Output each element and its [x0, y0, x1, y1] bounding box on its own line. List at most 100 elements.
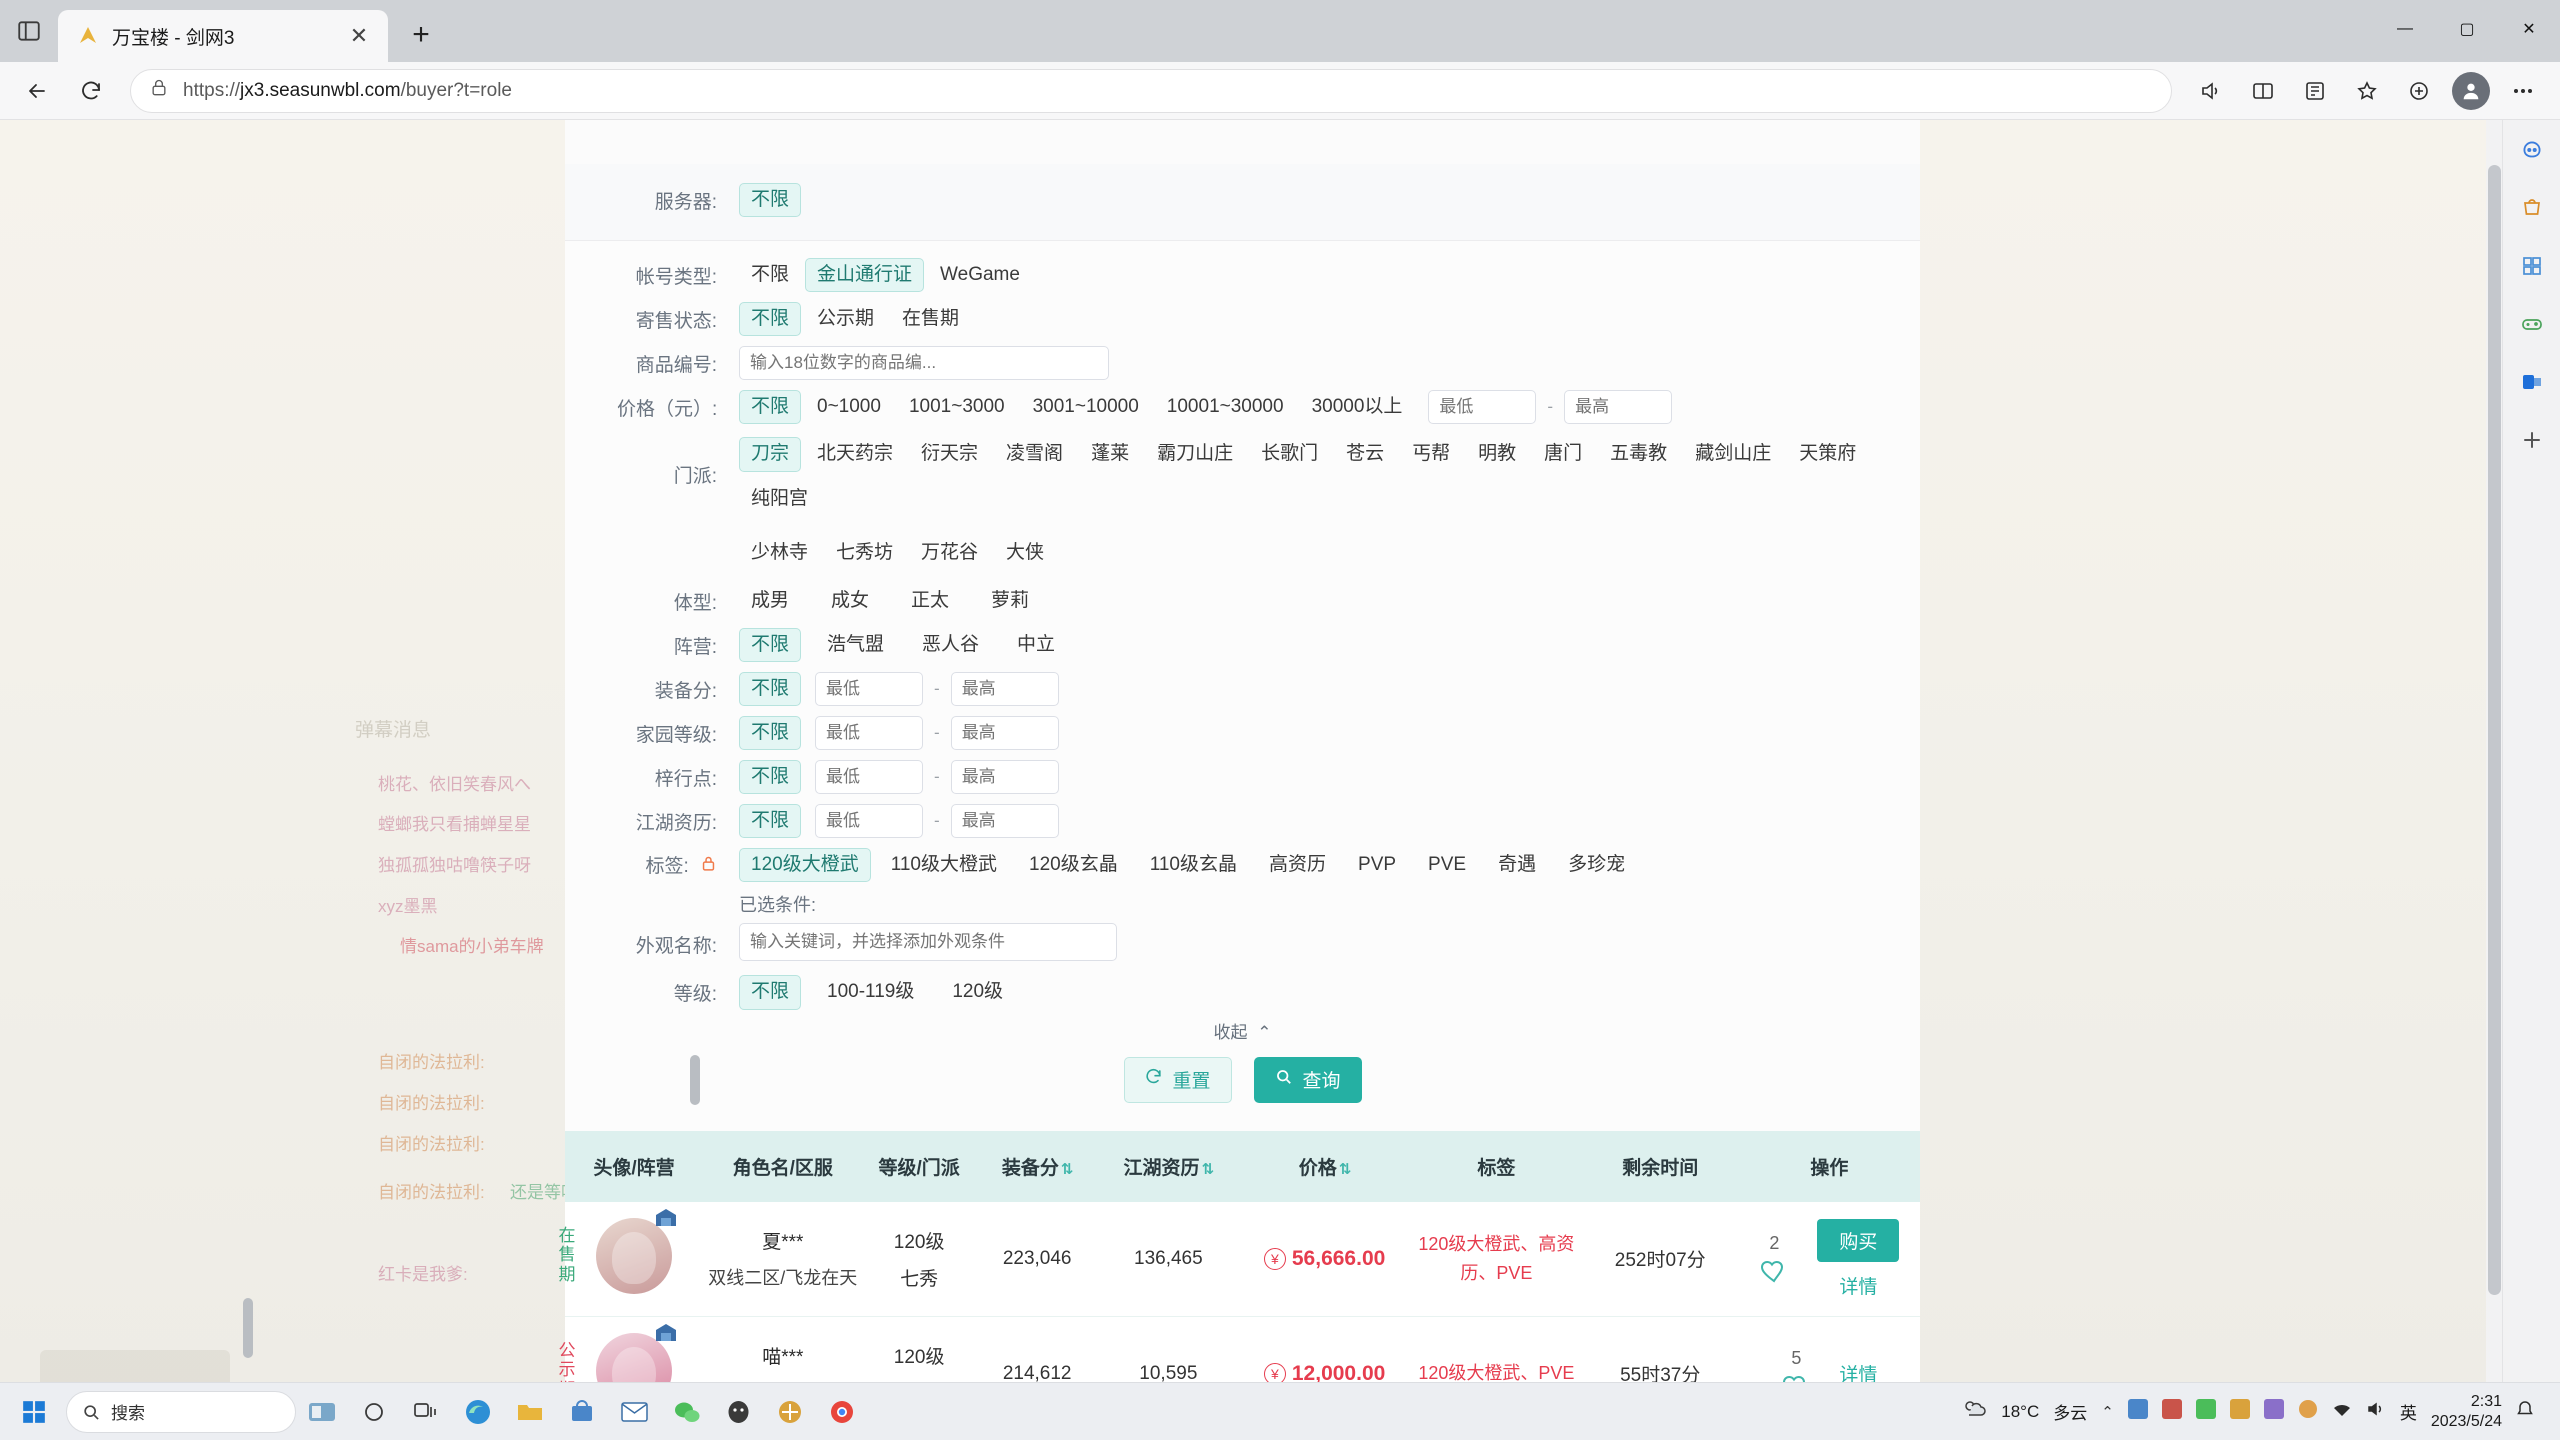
tray-app-icon-3[interactable] — [2195, 1399, 2216, 1424]
page-scrollbar-thumb[interactable] — [2488, 165, 2501, 1295]
filter-option-level-1[interactable]: 100-119级 — [815, 975, 926, 1010]
new-tab-button[interactable]: + — [398, 12, 444, 58]
filter-option-gear-any[interactable]: 不限 — [739, 671, 802, 707]
collections-icon[interactable] — [2290, 66, 2340, 116]
tray-app-icon-6[interactable] — [2298, 1399, 2318, 1424]
experience-max-input[interactable] — [950, 804, 1059, 839]
filter-option-account-any[interactable]: 不限 — [739, 258, 801, 293]
reload-icon[interactable] — [66, 66, 116, 116]
filter-option-sect-6[interactable]: 长歌门 — [1249, 437, 1330, 472]
filter-option-level-0[interactable]: 不限 — [739, 975, 802, 1010]
appearance-keyword-input[interactable] — [739, 923, 1117, 962]
filter-option-price-30000plus[interactable]: 30000以上 — [1300, 390, 1415, 425]
profile-avatar[interactable] — [2452, 71, 2490, 110]
table-row[interactable]: 在售期 夏*** 双线二区/飞龙在天 120级 七秀 223,046 136,4… — [559, 1201, 1920, 1317]
filter-option-sect-9[interactable]: 明教 — [1466, 437, 1528, 472]
filter-option-camp-0[interactable]: 不限 — [739, 627, 802, 663]
file-explorer-icon[interactable] — [504, 1386, 556, 1438]
filter-option-consign-onsale[interactable]: 在售期 — [890, 302, 971, 337]
filter-option-sect-3[interactable]: 凌雪阁 — [994, 437, 1075, 472]
cortana-icon[interactable] — [348, 1386, 400, 1438]
filter-option-tag-6[interactable]: PVE — [1416, 848, 1478, 883]
filter-option-body-0[interactable]: 成男 — [739, 584, 801, 619]
filter-option-account-wegame[interactable]: WeGame — [928, 258, 1032, 293]
tray-app-icon-5[interactable] — [2263, 1399, 2284, 1424]
favorites-icon[interactable] — [2342, 66, 2392, 116]
maximize-button[interactable]: ▢ — [2436, 0, 2498, 58]
item-number-input[interactable] — [739, 346, 1109, 380]
split-screen-icon[interactable] — [2238, 66, 2288, 116]
col-experience[interactable]: 江湖资历 ⇅ — [1098, 1130, 1239, 1202]
filter-option-sect-16[interactable]: 七秀坊 — [824, 536, 905, 571]
filter-option-account-jinshan[interactable]: 金山通行证 — [805, 257, 925, 293]
buy-button[interactable]: 购买 — [1817, 1218, 1900, 1262]
copilot-icon[interactable] — [2512, 130, 2552, 170]
heart-icon[interactable] — [1759, 1258, 1789, 1284]
price-min-input[interactable] — [1428, 390, 1537, 424]
browser-tab[interactable]: 万宝楼 - 剑网3 ✕ — [58, 10, 388, 62]
inner-scrollbar-thumb-2[interactable] — [243, 1298, 253, 1358]
filter-option-camp-1[interactable]: 浩气盟 — [815, 628, 896, 663]
tray-app-icon-4[interactable] — [2229, 1399, 2250, 1424]
taskbar-search[interactable]: 搜索 — [66, 1390, 296, 1433]
filter-option-sect-11[interactable]: 五毒教 — [1598, 437, 1679, 472]
browser-essentials-icon[interactable] — [2394, 66, 2444, 116]
minimize-button[interactable]: — — [2374, 0, 2436, 58]
address-bar[interactable]: https://jx3.seasunwbl.com/buyer?t=role — [130, 68, 2172, 113]
qq-icon[interactable] — [712, 1386, 764, 1438]
wechat-icon[interactable] — [660, 1386, 712, 1438]
sort-icon-price[interactable]: ⇅ — [1339, 1161, 1352, 1178]
mail-icon[interactable] — [608, 1386, 660, 1438]
zixing-min-input[interactable] — [815, 760, 924, 795]
start-button-icon[interactable] — [8, 1386, 60, 1438]
home-level-min-input[interactable] — [815, 716, 924, 751]
filter-option-sect-4[interactable]: 蓬莱 — [1079, 437, 1141, 472]
filter-option-sect-14[interactable]: 纯阳宫 — [739, 482, 820, 517]
filter-option-consign-public[interactable]: 公示期 — [805, 302, 886, 337]
weather-temp[interactable]: 18°C — [2001, 1402, 2039, 1422]
zixing-max-input[interactable] — [950, 760, 1059, 795]
filter-option-body-1[interactable]: 成女 — [819, 584, 881, 619]
collapse-filters-button[interactable]: 收起 ⌃ — [565, 1010, 1920, 1045]
weather-desc[interactable]: 多云 — [2053, 1399, 2087, 1424]
filter-option-body-3[interactable]: 萝莉 — [979, 584, 1041, 619]
tab-close-icon[interactable]: ✕ — [344, 21, 374, 51]
filter-option-sect-7[interactable]: 苍云 — [1334, 437, 1396, 472]
task-view-icon[interactable] — [400, 1386, 452, 1438]
filter-option-tag-0[interactable]: 120级大橙武 — [739, 847, 871, 883]
price-max-input[interactable] — [1564, 390, 1673, 424]
tools-icon[interactable] — [2512, 246, 2552, 286]
filter-option-price-10001-30000[interactable]: 10001~30000 — [1155, 390, 1296, 425]
filter-option-price-1001-3000[interactable]: 1001~3000 — [897, 390, 1017, 425]
col-gear-score[interactable]: 装备分 ⇅ — [975, 1130, 1099, 1202]
filter-option-camp-3[interactable]: 中立 — [1005, 628, 1067, 663]
gear-score-max-input[interactable] — [950, 672, 1059, 707]
settings-more-icon[interactable] — [2498, 66, 2548, 116]
filter-option-server-any[interactable]: 不限 — [739, 182, 802, 218]
filter-option-home-any[interactable]: 不限 — [739, 715, 802, 751]
filter-option-sect-12[interactable]: 藏剑山庄 — [1683, 437, 1783, 472]
sort-icon-experience[interactable]: ⇅ — [1202, 1161, 1215, 1178]
filter-option-price-3001-10000[interactable]: 3001~10000 — [1021, 390, 1151, 425]
store-icon[interactable] — [556, 1386, 608, 1438]
filter-option-sect-17[interactable]: 万花谷 — [909, 536, 990, 571]
filter-option-sect-10[interactable]: 唐门 — [1532, 437, 1594, 472]
filter-option-consign-any[interactable]: 不限 — [739, 301, 802, 337]
inner-scrollbar-thumb[interactable] — [690, 1055, 700, 1105]
tray-app-icon-2[interactable] — [2161, 1399, 2182, 1424]
col-price[interactable]: 价格 ⇅ — [1238, 1130, 1412, 1202]
read-aloud-icon[interactable] — [2186, 66, 2236, 116]
avatar[interactable]: 在售期 — [559, 1208, 677, 1294]
widgets-icon[interactable] — [296, 1386, 348, 1438]
filter-option-sect-15[interactable]: 少林寺 — [739, 536, 820, 571]
shopping-icon[interactable] — [2512, 188, 2552, 228]
filter-option-sect-1[interactable]: 北天药宗 — [805, 437, 905, 472]
filter-option-level-2[interactable]: 120级 — [940, 975, 1015, 1010]
filter-option-zixing-any[interactable]: 不限 — [739, 759, 802, 795]
close-window-button[interactable]: ✕ — [2498, 0, 2560, 58]
filter-option-sect-8[interactable]: 丐帮 — [1400, 437, 1462, 472]
filter-option-body-2[interactable]: 正太 — [899, 584, 961, 619]
game-launcher-icon[interactable] — [764, 1386, 816, 1438]
tab-actions-icon[interactable] — [0, 0, 58, 62]
gear-score-min-input[interactable] — [815, 672, 924, 707]
